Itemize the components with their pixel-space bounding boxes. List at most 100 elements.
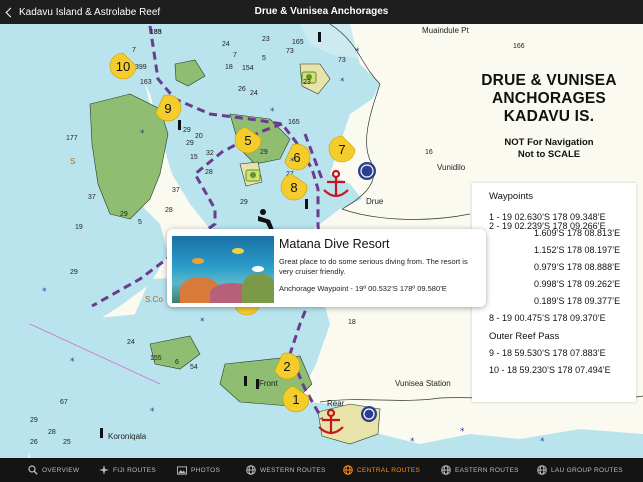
page-title: Drue & Vunisea Anchorages [254, 6, 389, 17]
depth-sounding: 399 [135, 64, 147, 71]
app-window: Kadavu Island & Astrolabe Reef Drue & Vu… [0, 0, 643, 482]
chart-title-line-1: DRUE & VUNISEA [481, 72, 617, 89]
depth-sounding: 165 [288, 119, 300, 126]
depth-sounding: 5 [262, 55, 266, 62]
depth-sounding: 29 [186, 140, 194, 147]
chart-title-line-3: KADAVU IS. [503, 108, 595, 125]
depth-sounding: 54 [190, 364, 198, 371]
bottom-tab-bar: OVERVIEW FIJI ROUTES PHOTOS WESTERN ROUT… [0, 458, 643, 482]
waypoint-row: 1.152’S 178 08.197’E [534, 245, 621, 255]
depth-sounding: 24 [127, 339, 135, 346]
depth-sounding: 20 [195, 133, 203, 140]
tab-western-routes[interactable]: WESTERN ROUTES [246, 464, 326, 476]
tab-label: EASTERN ROUTES [455, 466, 519, 474]
anchorage-symbol-icon [361, 406, 377, 422]
tab-overview[interactable]: OVERVIEW [28, 464, 79, 476]
svg-text:*: * [150, 407, 155, 417]
tab-central-routes[interactable]: CENTRAL ROUTES [343, 464, 420, 476]
svg-text:*: * [70, 357, 75, 367]
depth-sounding: 32 [206, 150, 214, 157]
waypoint-row: 1.609’S 178 08.813’E [534, 228, 621, 238]
label-vunidilo: Vunidilo [437, 163, 466, 172]
svg-text:*: * [290, 157, 295, 167]
waypoint-row: 0.998’S 178 09.262’E [534, 279, 621, 289]
tab-lau-group-routes[interactable]: LAU GROUP ROUTES [537, 464, 623, 476]
depth-sounding: 29 [30, 417, 38, 424]
fish-shape [252, 266, 264, 272]
depth-sounding: 26 [238, 86, 246, 93]
depth-sounding: 23 [262, 36, 270, 43]
waypoint-row: 9 - 18 59.530’S 178 07.883’E [489, 348, 606, 358]
waypoint-number: 8 [290, 180, 297, 195]
popup-anchorage-waypoint: Anchorage Waypoint - 19º 00.532’S 178º 0… [279, 284, 447, 293]
label-koroniqala: Koroniqala [108, 432, 147, 441]
depth-sounding: 15 [190, 154, 198, 161]
depth-sounding: 155 [150, 355, 162, 362]
chart-title: DRUE & VUNISEA ANCHORAGES KADAVU IS. [449, 72, 643, 126]
globe-icon [441, 465, 451, 475]
chart-title-line-2: ANCHORAGES [492, 90, 606, 107]
depth-sounding: 29 [260, 149, 268, 156]
depth-sounding: 29 [240, 199, 248, 206]
svg-text:*: * [340, 77, 345, 87]
svg-text:*: * [140, 129, 145, 139]
popup-title: Matana Dive Resort [279, 237, 390, 251]
depth-sounding: 18 [225, 64, 233, 71]
depth-sounding: 26 [30, 439, 38, 446]
fish-shape [192, 258, 204, 264]
popup-description: Great place to do some serious diving fr… [279, 257, 468, 276]
depth-sounding: 28 [165, 207, 173, 214]
waypoint-marker-7[interactable]: 7 [328, 135, 356, 163]
search-icon [28, 465, 38, 475]
coral-reef-photo[interactable] [172, 236, 274, 303]
svg-text:*: * [42, 287, 47, 297]
depth-sounding: 67 [60, 399, 68, 406]
tab-eastern-routes[interactable]: EASTERN ROUTES [441, 464, 519, 476]
depth-sounding: 29 [120, 211, 128, 218]
svg-text:*: * [270, 107, 275, 117]
label-sco: S.Co [145, 295, 163, 304]
depth-sounding: 19 [75, 224, 83, 231]
waypoint-number: 7 [338, 142, 345, 157]
tab-label: OVERVIEW [42, 466, 80, 474]
depth-sounding: 28 [205, 169, 213, 176]
svg-text:*: * [200, 317, 205, 327]
waypoint-number: 9 [164, 101, 171, 116]
waypoint-number: 10 [116, 59, 130, 74]
dive-resort-popup[interactable]: Matana Dive Resort Great place to do som… [167, 229, 486, 307]
depth-sounding: 163 [140, 79, 152, 86]
depth-sounding: 177 [66, 135, 78, 142]
tab-label: PHOTOS [191, 466, 221, 474]
tab-label: FIJI ROUTES [113, 466, 157, 474]
tab-label: CENTRAL ROUTES [357, 466, 421, 474]
tab-fiji-routes[interactable]: FIJI ROUTES [99, 464, 156, 476]
camera-icon [245, 169, 261, 182]
waypoint-row: 0.189’S 178 09.377’E [534, 296, 621, 306]
waypoint-row: 10 - 18 59.230’S 178 07.494’E [489, 365, 611, 375]
svg-text:*: * [460, 427, 465, 437]
label-muaindule-pt: Muaindule Pt [422, 26, 469, 35]
depth-sounding: 16 [425, 149, 433, 156]
label-drue: Drue [366, 197, 384, 206]
waypoint-number: 2 [283, 359, 290, 374]
photo-icon [177, 465, 187, 475]
waypoint-number: 1 [292, 392, 299, 407]
depth-sounding: 7 [132, 47, 136, 54]
tab-label: WESTERN ROUTES [260, 466, 326, 474]
depth-sounding: 7 [233, 52, 237, 59]
label-rear: Rear [327, 399, 345, 408]
outer-reef-pass-header: Outer Reef Pass [489, 331, 560, 342]
depth-sounding: 73 [286, 48, 294, 55]
waypoint-number: 5 [244, 133, 251, 148]
waypoint-row: 0.979’S 178 08.888’E [534, 262, 621, 272]
depth-sounding: 25 [63, 439, 71, 446]
depth-sounding: 24 [250, 90, 258, 97]
depth-sounding: 29 [70, 269, 78, 276]
label-s: S [70, 157, 76, 166]
nautical-chart-map[interactable]: 183 24 23 18 26 24 7 23 73 5 73 166 177 29 20 15 32 29 37 2… [0, 24, 643, 458]
top-navigation-bar: Kadavu Island & Astrolabe Reef Drue & Vu… [0, 0, 643, 24]
depth-sounding: 6 [175, 359, 179, 366]
disclaimer-line-1: NOT For Navigation [504, 137, 594, 148]
tab-photos[interactable]: PHOTOS [177, 464, 220, 476]
depth-sounding: 155 [150, 29, 162, 36]
